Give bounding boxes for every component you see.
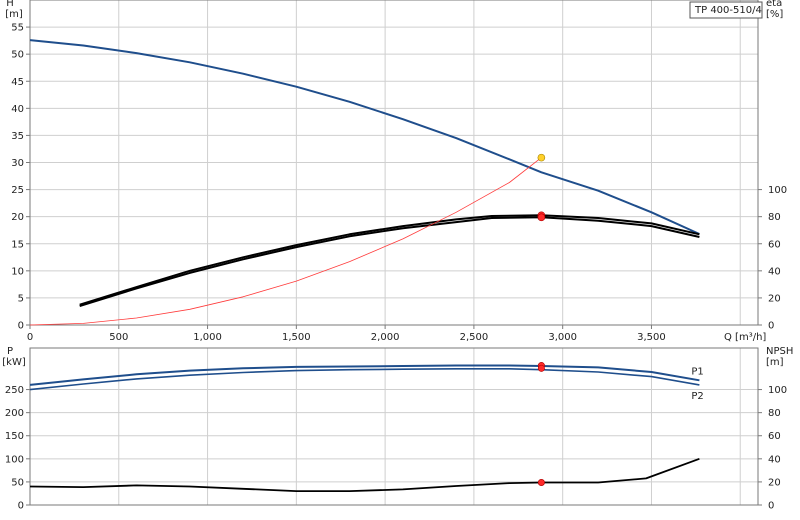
duty-point-bottom-1: [537, 364, 545, 372]
top-chart-head-efficiency: 0 5 10 15 20 25 30 35 40 45 50 55 0 20 40 60 80 100 H[m] et…: [5, 0, 787, 343]
left-tick-label-30: 30: [11, 158, 24, 169]
x-tick-label-2500: 2,500: [460, 332, 489, 343]
right-tick-label-100: 100: [768, 385, 787, 396]
left-tick-label-40: 40: [11, 104, 24, 115]
right-tick-label-0: 0: [768, 501, 774, 512]
x-tick-label-1500: 1,500: [282, 332, 311, 343]
left-axis-unit: [m]: [5, 9, 23, 20]
left-tick-label-0: 0: [18, 321, 24, 332]
left-tick-label-25: 25: [11, 185, 24, 196]
series-efficiency_lower: [79, 216, 700, 307]
left-tick-label-15: 15: [11, 239, 24, 250]
series-npsh: [29, 457, 700, 492]
x-tick-label-0: 0: [27, 332, 33, 343]
left-tick-label-200: 200: [5, 408, 24, 419]
series-P1: [29, 364, 700, 386]
right-axis-title: NPSH: [766, 346, 793, 357]
right-axis-unit: [%]: [766, 9, 783, 20]
series-efficiency_upper: [79, 214, 700, 306]
right-axis-title: eta: [766, 0, 782, 9]
left-tick-label-20: 20: [11, 212, 24, 223]
right-tick-label-0: 0: [768, 321, 774, 332]
right-tick-label-80: 80: [768, 212, 781, 223]
duty-point-0: [537, 153, 546, 162]
x-tick-label-3500: 3,500: [637, 332, 666, 343]
left-tick-label-35: 35: [11, 131, 24, 142]
legend-label: TP 400-510/4: [694, 5, 762, 16]
left-tick-label-50: 50: [11, 50, 24, 61]
duty-point-2: [537, 213, 546, 222]
left-tick-label-0: 0: [18, 501, 24, 512]
series-label-P1: P1: [691, 366, 703, 377]
left-tick-label-5: 5: [18, 293, 24, 304]
duty-point-bottom-2: [537, 478, 545, 486]
pump-curve-chart: 0510152025303540455055020406080100H[m]et…: [2, 0, 793, 512]
model-legend: TP 400-510/4: [689, 1, 763, 19]
series-label-P2: P2: [691, 391, 703, 402]
x-tick-label-3000: 3,000: [548, 332, 577, 343]
left-tick-label-100: 100: [5, 454, 24, 465]
left-tick-label-10: 10: [11, 266, 24, 277]
left-tick-label-55: 55: [11, 23, 24, 34]
right-tick-label-20: 20: [768, 477, 781, 488]
right-tick-label-20: 20: [768, 293, 781, 304]
series-P2: [29, 368, 700, 391]
right-tick-label-60: 60: [768, 239, 781, 250]
series-head: [29, 39, 700, 235]
right-tick-label-100: 100: [768, 185, 787, 196]
right-tick-label-60: 60: [768, 431, 781, 442]
bottom-chart-power-npsh: 0 50 100 150 200 250 0 20 40 60 80 100 P[kW] NPSH[m] P…: [2, 346, 793, 512]
x-axis-title: Q [m³/h]: [724, 332, 766, 343]
left-tick-label-250: 250: [5, 385, 24, 396]
right-tick-label-40: 40: [768, 266, 781, 277]
right-tick-label-80: 80: [768, 408, 781, 419]
right-axis-unit: [m]: [766, 357, 784, 368]
left-tick-label-45: 45: [11, 77, 24, 88]
left-axis-title: H: [6, 0, 14, 9]
left-tick-label-50: 50: [11, 477, 24, 488]
left-axis-unit: [kW]: [2, 357, 26, 368]
x-tick-label-500: 500: [109, 332, 128, 343]
left-axis-title: P: [7, 346, 13, 357]
left-tick-label-150: 150: [5, 431, 24, 442]
series-system: [29, 157, 542, 326]
right-tick-label-40: 40: [768, 454, 781, 465]
x-tick-label-1000: 1,000: [193, 332, 222, 343]
x-tick-label-2000: 2,000: [371, 332, 400, 343]
